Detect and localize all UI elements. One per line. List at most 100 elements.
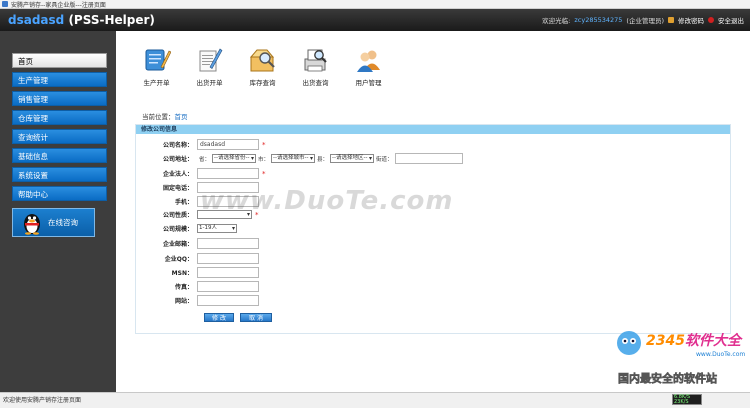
breadcrumb-home-link[interactable]: 首页 (175, 113, 188, 121)
sidebar-item-sales[interactable]: 销售管理 (12, 91, 107, 106)
tool-production-order[interactable]: 生产开单 (130, 45, 183, 87)
tool-inventory-search[interactable]: 库存查询 (236, 45, 289, 87)
qq-label: 企业QQ： (164, 256, 193, 263)
row-qq: 企业QQ： (136, 253, 259, 264)
net-down-speed: 23K/S (674, 399, 689, 405)
sidebar-item-production[interactable]: 生产管理 (12, 72, 107, 87)
nature-select[interactable] (197, 210, 252, 219)
sidebar-item-warehouse[interactable]: 仓库管理 (12, 110, 107, 125)
company-name-required: * (262, 140, 266, 149)
status-bar: 欢迎使用安腾产销存注册页面 6.8K/S 23K/S (0, 392, 750, 408)
online-chat-label: 在线咨询 (48, 218, 78, 227)
welcome-text: 欢迎光临: (542, 17, 571, 25)
row-address: 公司地址： 省： --请选择省份-- 市： --请选择城市-- 县： --请选择… (136, 153, 463, 164)
tool-shipping-search-label: 出货查询 (302, 79, 329, 87)
fax-input[interactable] (197, 281, 259, 292)
cancel-button[interactable]: 取 消 (240, 313, 272, 322)
window-titlebar: 安腾产销存--家具企业版---注册页面 (0, 0, 750, 9)
msn-label: MSN： (171, 270, 193, 277)
exit-icon (708, 17, 714, 23)
province-select[interactable]: --请选择省份-- (212, 154, 257, 163)
row-legal-person: 企业法人： * (136, 168, 266, 179)
breadcrumb: 当前位置：首页 (142, 111, 188, 121)
row-msn: MSN： (136, 267, 259, 278)
tool-shipping-order[interactable]: 出货开单 (183, 45, 236, 87)
header-user-area: 欢迎光临: zcy285534275 (企业管理员) 修改密码 安全退出 (542, 9, 744, 31)
sidebar-item-home[interactable]: 首页 (12, 53, 107, 68)
main-content: 生产开单 出货开单 库存查询 出货查询 用户管理 当前位置：首页 修改公司信息 … (116, 31, 750, 392)
brand: dsadasd (PSS-Helper) (8, 13, 155, 27)
quick-toolbar: 生产开单 出货开单 库存查询 出货查询 用户管理 (130, 45, 395, 87)
lock-icon (668, 17, 674, 23)
row-company-name: 公司名称： dsadasd * (136, 139, 266, 150)
sidebar: 首页 生产管理 销售管理 仓库管理 查询统计 基础信息 系统设置 帮助中心 在线… (0, 31, 116, 392)
shipping-search-icon (304, 49, 327, 72)
address-label: 公司地址： (162, 156, 193, 163)
brand-app: (PSS-Helper) (68, 13, 155, 27)
row-scale: 公司规模： 1-19人 (136, 224, 237, 233)
sidebar-item-help[interactable]: 帮助中心 (12, 186, 107, 201)
email-input[interactable] (197, 238, 259, 249)
scale-label: 公司规模： (162, 226, 193, 233)
row-phone: 固定电话： (136, 182, 259, 193)
production-order-icon (145, 49, 171, 71)
online-chat-button[interactable]: 在线咨询 (12, 208, 95, 237)
fax-label: 传真： (174, 284, 193, 291)
tool-shipping-search[interactable]: 出货查询 (289, 45, 342, 87)
company-name-input[interactable]: dsadasd (197, 139, 259, 150)
phone-input[interactable] (197, 182, 259, 193)
form-title: 修改公司信息 (136, 125, 730, 134)
nature-required: * (255, 210, 259, 219)
street-label: 街道： (376, 156, 393, 163)
sidebar-item-basic-info[interactable]: 基础信息 (12, 148, 107, 163)
user-name: zcy285534275 (574, 16, 623, 24)
street-input[interactable] (394, 153, 463, 164)
brand-name: dsadasd (8, 13, 65, 27)
sidebar-nav: 首页 生产管理 销售管理 仓库管理 查询统计 基础信息 系统设置 帮助中心 (12, 53, 107, 205)
legal-person-required: * (262, 169, 266, 178)
company-info-form: 修改公司信息 公司名称： dsadasd * 公司地址： 省： --请选择省份-… (135, 124, 731, 334)
district-select[interactable]: --请选择地区-- (330, 154, 375, 163)
city-select[interactable]: --请选择城市-- (271, 154, 316, 163)
phone-label: 固定电话： (162, 185, 193, 192)
row-mobile: 手机： (136, 196, 259, 207)
app-header: dsadasd (PSS-Helper) 欢迎光临: zcy285534275 … (0, 9, 750, 31)
legal-person-input[interactable] (197, 168, 259, 179)
tool-user-management[interactable]: 用户管理 (342, 45, 395, 87)
company-name-label: 公司名称： (162, 142, 193, 149)
row-nature: 公司性质： * (136, 210, 259, 219)
email-label: 企业邮箱： (162, 241, 193, 248)
logout-link[interactable]: 安全退出 (718, 15, 744, 25)
row-email: 企业邮箱： (136, 238, 259, 249)
row-website: 网站： (136, 295, 259, 306)
district-label: 县： (317, 156, 329, 163)
sidebar-item-statistics[interactable]: 查询统计 (12, 129, 107, 144)
submit-button[interactable]: 修 改 (204, 313, 234, 322)
status-text: 欢迎使用安腾产销存注册页面 (3, 397, 82, 404)
website-input[interactable] (197, 295, 259, 306)
sidebar-item-settings[interactable]: 系统设置 (12, 167, 107, 182)
tool-user-management-label: 用户管理 (355, 79, 382, 87)
province-label: 省： (199, 156, 211, 163)
network-speed-widget: 6.8K/S 23K/S (672, 394, 702, 405)
website-label: 网站： (174, 298, 193, 305)
legal-person-label: 企业法人： (162, 171, 193, 178)
row-fax: 传真： (136, 281, 259, 292)
mobile-label: 手机： (174, 199, 193, 206)
inventory-search-icon (249, 49, 275, 72)
mobile-input[interactable] (197, 196, 259, 207)
tool-production-order-label: 生产开单 (143, 79, 170, 87)
app-icon (2, 1, 8, 7)
scale-select[interactable]: 1-19人 (197, 224, 237, 233)
qq-input[interactable] (197, 253, 259, 264)
change-password-link[interactable]: 修改密码 (678, 15, 704, 25)
user-role: (企业管理员) (626, 17, 664, 25)
city-label: 市： (258, 156, 270, 163)
tool-inventory-search-label: 库存查询 (249, 79, 276, 87)
breadcrumb-prefix: 当前位置： (142, 113, 175, 121)
qq-penguin-icon (24, 214, 40, 235)
msn-input[interactable] (197, 267, 259, 278)
user-management-icon (356, 50, 380, 72)
shipping-order-icon (199, 48, 222, 72)
tool-shipping-order-label: 出货开单 (196, 79, 223, 87)
